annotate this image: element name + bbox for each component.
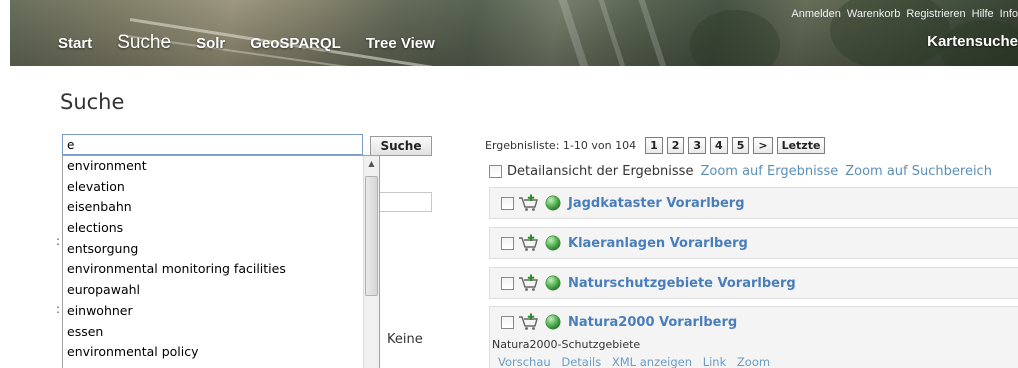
nav-suche[interactable]: Suche: [117, 32, 171, 54]
top-link-cart[interactable]: Warenkorb: [847, 8, 900, 20]
result-checkbox[interactable]: [501, 315, 514, 329]
detail-options: Detailansicht der Ergebnisse Zoom auf Er…: [489, 164, 992, 179]
cart-add-icon[interactable]: [518, 234, 540, 252]
page-button-2[interactable]: 2: [666, 137, 685, 154]
page-button-1[interactable]: 1: [645, 137, 663, 154]
search-button[interactable]: Suche: [370, 136, 432, 156]
result-item: Jagdkataster Vorarlberg: [489, 187, 1018, 219]
last-page-button[interactable]: Letzte: [776, 137, 826, 154]
suggestion-item[interactable]: environmental policy: [63, 342, 365, 363]
action-preview-link[interactable]: Vorschau: [498, 355, 551, 368]
autocomplete-dropdown: environment elevation eisenbahn election…: [62, 155, 380, 368]
zoom-area-link[interactable]: Zoom auf Suchbereich: [845, 164, 992, 179]
suggestion-item[interactable]: einwohner: [63, 301, 365, 322]
main-nav: Start Suche Solr GeoSPARQL Tree View: [58, 32, 460, 54]
suggestion-item[interactable]: europawahl: [63, 280, 365, 301]
top-links: Anmelden Warenkorb Registrieren Hilfe In…: [791, 8, 1018, 20]
result-title[interactable]: Naturschutzgebiete Vorarlberg: [568, 276, 796, 291]
action-xml-link[interactable]: XML anzeigen: [612, 355, 692, 368]
zoom-results-link[interactable]: Zoom auf Ergebnisse: [700, 164, 838, 179]
top-link-register[interactable]: Registrieren: [906, 8, 965, 20]
globe-icon: [545, 235, 561, 251]
suggestion-item[interactable]: eisenbahn: [63, 197, 365, 218]
top-link-help[interactable]: Hilfe: [972, 8, 994, 20]
scrollbar-thumb[interactable]: [365, 176, 378, 296]
hidden-option-label: Keine: [387, 332, 423, 347]
page-title: Suche: [60, 90, 125, 114]
result-item: Naturschutzgebiete Vorarlberg: [489, 267, 1018, 299]
next-page-button[interactable]: >: [753, 137, 773, 154]
result-actions: Vorschau Details XML anzeigen Link Zoom: [490, 355, 1018, 368]
action-details-link[interactable]: Details: [561, 355, 601, 368]
result-title[interactable]: Jagdkataster Vorarlberg: [568, 196, 745, 211]
result-title[interactable]: Klaeranlagen Vorarlberg: [568, 236, 748, 251]
suggestion-item[interactable]: essen: [63, 322, 365, 343]
action-link-link[interactable]: Link: [703, 355, 727, 368]
result-checkbox[interactable]: [501, 276, 514, 290]
header-banner: Anmelden Warenkorb Registrieren Hilfe In…: [10, 0, 1018, 66]
page-button-5[interactable]: 5: [731, 137, 750, 154]
nav-solr[interactable]: Solr: [196, 35, 225, 52]
suggestion-list: environment elevation eisenbahn election…: [63, 156, 365, 363]
globe-icon: [545, 275, 561, 291]
scroll-up-arrow-icon[interactable]: ▲: [364, 156, 379, 172]
nav-tree-view[interactable]: Tree View: [366, 35, 435, 52]
top-link-login[interactable]: Anmelden: [791, 8, 841, 20]
result-title[interactable]: Natura2000 Vorarlberg: [568, 315, 737, 330]
result-item: Natura2000 Vorarlberg Natura2000-Schutzg…: [489, 306, 1018, 368]
suggestion-item[interactable]: environmental monitoring facilities: [63, 259, 365, 280]
globe-icon: [545, 195, 561, 211]
nav-geosparql[interactable]: GeoSPARQL: [250, 35, 341, 52]
page-button-3[interactable]: 3: [688, 137, 707, 154]
page-button-4[interactable]: 4: [710, 137, 728, 154]
result-description: Natura2000-Schutzgebiete: [492, 338, 641, 351]
search-input[interactable]: [62, 134, 363, 155]
result-checkbox[interactable]: [501, 196, 514, 210]
cart-add-icon[interactable]: [518, 274, 540, 292]
globe-icon: [545, 314, 561, 330]
result-summary: Ergebnisliste: 1-10 von 104: [485, 139, 637, 152]
result-checkbox[interactable]: [501, 236, 514, 250]
suggestion-item[interactable]: elevation: [63, 177, 365, 198]
result-item: Klaeranlagen Vorarlberg: [489, 227, 1018, 259]
top-link-info[interactable]: Info: [1000, 8, 1018, 20]
action-zoom-link[interactable]: Zoom: [737, 355, 770, 368]
nav-kartensuche[interactable]: Kartensuche: [927, 33, 1018, 50]
cart-add-icon[interactable]: [518, 194, 540, 212]
suggestion-item[interactable]: entsorgung: [63, 239, 365, 260]
detail-view-label: Detailansicht der Ergebnisse: [507, 164, 694, 179]
nav-start[interactable]: Start: [58, 35, 92, 52]
pagination: Ergebnisliste: 1-10 von 104 1 2 3 4 5 > …: [485, 137, 829, 154]
hidden-field[interactable]: [372, 192, 432, 212]
suggestion-item[interactable]: environment: [63, 156, 365, 177]
dropdown-scrollbar[interactable]: ▲: [363, 156, 379, 368]
detail-view-checkbox[interactable]: [489, 165, 502, 178]
suggestion-item[interactable]: elections: [63, 218, 365, 239]
cart-add-icon[interactable]: [518, 313, 540, 331]
